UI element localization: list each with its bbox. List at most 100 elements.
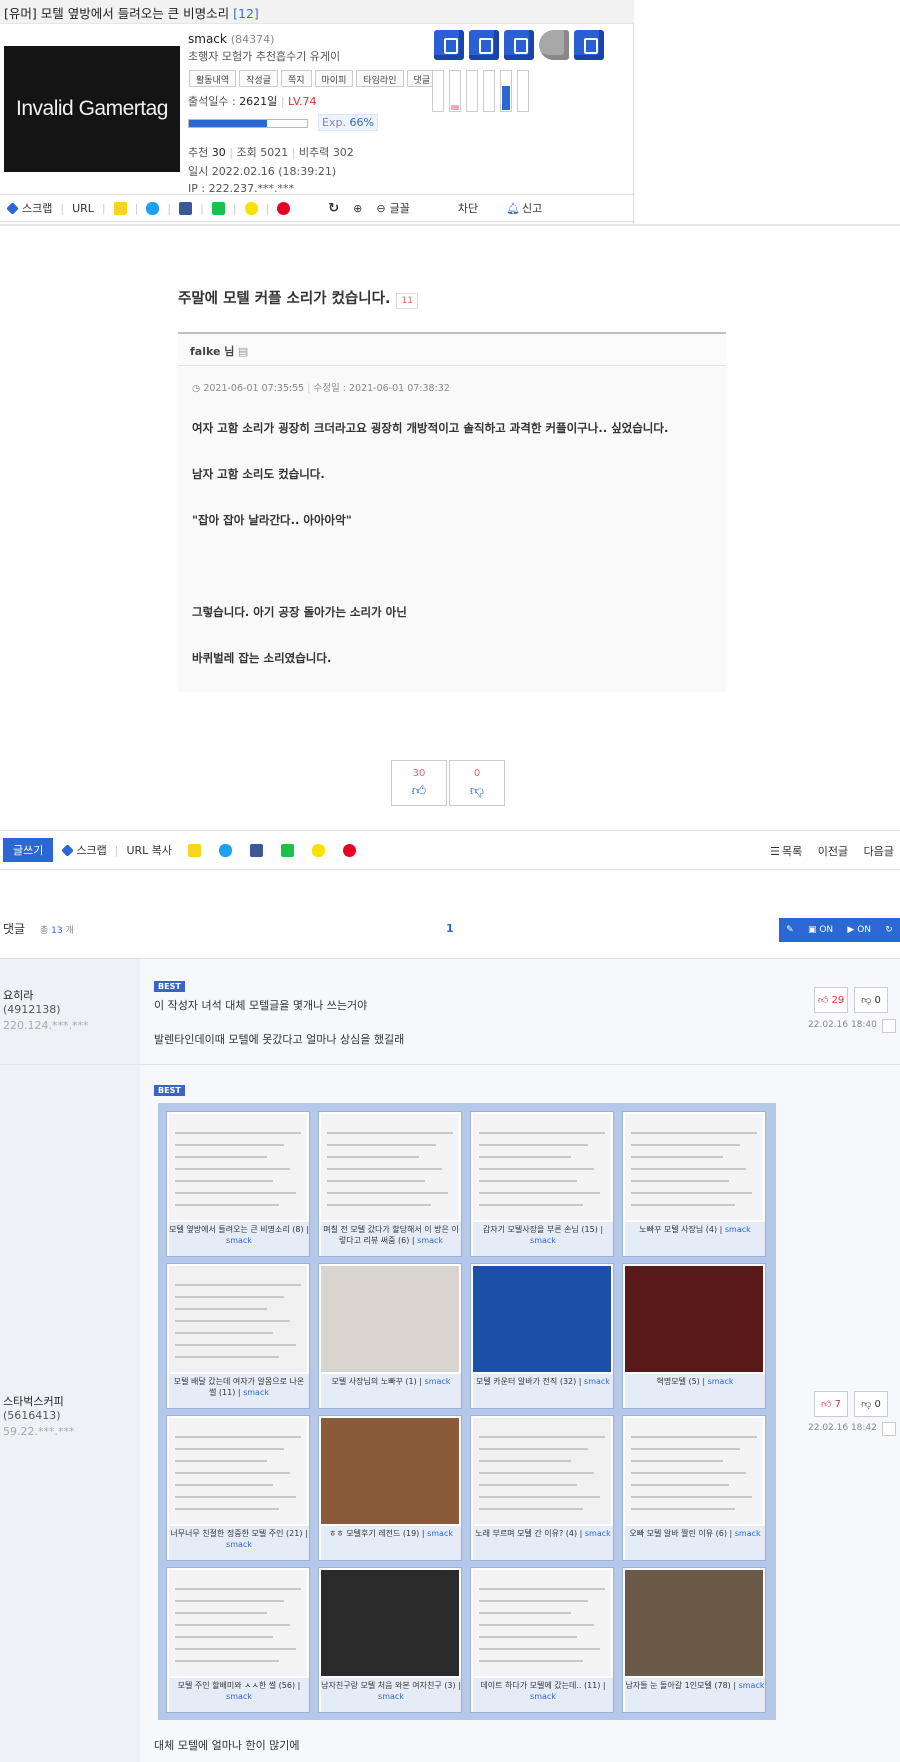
related-post-card[interactable]: 노빠꾸 모텔 사장님 (4) | smack <box>622 1111 766 1257</box>
author-tab[interactable]: 활동내역 <box>189 70 237 87</box>
url-link[interactable]: URL <box>72 202 94 215</box>
related-post-user[interactable]: smack <box>425 1377 451 1386</box>
article-paragraph: 그렇습니다. 아기 공장 돌아가는 소리가 아닌 <box>192 605 407 619</box>
refresh-icon[interactable]: ↻ <box>885 925 893 935</box>
image-toggle[interactable]: ▣ ON <box>808 925 833 935</box>
related-post-user[interactable]: smack <box>739 1681 765 1690</box>
font-button[interactable]: 글꼴 <box>390 200 410 216</box>
author-tab[interactable]: 타임라인 <box>356 70 404 87</box>
kakao-story-icon[interactable] <box>113 201 127 215</box>
related-post-card[interactable]: 모텔 사장님의 노빠꾸 (1) | smack <box>318 1263 462 1409</box>
report-icon[interactable] <box>882 1422 896 1436</box>
related-post-card[interactable]: 모텔 배달 갔는데 여자가 알몸으로 나온 썰 (11) | smack <box>166 1263 310 1409</box>
author-tab[interactable]: 쪽지 <box>280 70 312 87</box>
quoted-writer[interactable]: falke 님 <box>190 345 234 358</box>
facebook-icon[interactable] <box>250 843 264 857</box>
article-heading: 주말에 모텔 커플 소리가 컸습니다. 11 <box>178 287 418 309</box>
text-line-graphic <box>479 1496 600 1498</box>
comment-upvote[interactable]: 👍︎ 29 <box>814 987 848 1013</box>
related-post-user[interactable]: smack <box>735 1529 761 1538</box>
facebook-icon[interactable] <box>179 201 193 215</box>
related-post-user[interactable]: smack <box>584 1377 610 1386</box>
text-line-graphic <box>479 1648 600 1650</box>
activity-bar <box>449 70 461 112</box>
exp-value: 66% <box>349 116 374 129</box>
related-post-card[interactable]: 모텔 옆방에서 들려오는 큰 비명소리 (8) | smack <box>166 1111 310 1257</box>
twitter-icon[interactable] <box>219 843 233 857</box>
comment-downvote[interactable]: 👎︎ 0 <box>854 987 888 1013</box>
downvote-button[interactable]: 0 👎︎ <box>449 760 505 806</box>
related-post-user[interactable]: smack <box>417 1236 443 1245</box>
author-tab[interactable]: 작성글 <box>239 70 278 87</box>
scrap-icon[interactable] <box>61 843 75 857</box>
text-line-graphic <box>479 1472 594 1474</box>
related-post-card[interactable]: 모텔 주인 할배미와 ㅅㅅ한 썰 (56) | smack <box>166 1567 310 1713</box>
upvote-button[interactable]: 30 👍︎ <box>391 760 447 806</box>
comment-name[interactable]: 스타벅스커피 <box>3 1393 64 1409</box>
comment-downvote[interactable]: 👎︎ 0 <box>854 1391 888 1417</box>
related-post-user[interactable]: smack <box>708 1377 734 1386</box>
naver-icon[interactable] <box>211 201 225 215</box>
author-name[interactable]: smack <box>188 32 227 46</box>
related-post-user[interactable]: smack <box>226 1236 252 1245</box>
medal-icon[interactable] <box>469 30 499 60</box>
comment-date: 22.02.16 18:42 <box>808 1423 877 1433</box>
medal-icon[interactable] <box>539 30 569 60</box>
related-post-user[interactable]: smack <box>226 1540 252 1549</box>
related-post-card[interactable]: 갑자기 모텔사장을 부른 손님 (15) | smack <box>470 1111 614 1257</box>
video-toggle[interactable]: ▶ ON <box>847 925 871 935</box>
related-post-card[interactable]: 오빠 모텔 알바 짤린 이유 (6) | smack <box>622 1415 766 1561</box>
list-button[interactable]: 목록 <box>782 845 802 858</box>
related-post-card[interactable]: 너무너무 친절한 정중한 모텔 주인 (21) | smack <box>166 1415 310 1561</box>
scrap-link[interactable]: 스크랩 <box>76 842 106 858</box>
comment-upvote[interactable]: 👍︎ 7 <box>814 1391 848 1417</box>
related-post-user[interactable]: smack <box>725 1225 751 1234</box>
related-post-card[interactable]: 노래 부르며 모텔 간 이유? (4) | smack <box>470 1415 614 1561</box>
related-post-user[interactable]: smack <box>585 1529 611 1538</box>
attendance-line: 출석일수 : 2621일 | LV.74 <box>188 95 317 108</box>
related-post-user[interactable]: smack <box>427 1529 453 1538</box>
scrap-icon[interactable] <box>6 201 19 215</box>
medal-icon[interactable] <box>574 30 604 60</box>
block-button[interactable]: 차단 <box>458 200 478 216</box>
pencil-icon[interactable]: ✎ <box>786 925 794 935</box>
kakaotalk-icon[interactable] <box>312 843 326 857</box>
prev-post-button[interactable]: 이전글 <box>818 845 848 858</box>
related-post-card[interactable]: 남자들 눈 돌아갈 1인모텔 (78) | smack <box>622 1567 766 1713</box>
pinterest-icon[interactable] <box>277 201 291 215</box>
next-post-button[interactable]: 다음글 <box>864 845 894 858</box>
naver-icon[interactable] <box>281 843 295 857</box>
related-post-user[interactable]: smack <box>530 1236 556 1245</box>
medal-icon[interactable] <box>504 30 534 60</box>
medal-icon[interactable] <box>434 30 464 60</box>
url-copy-link[interactable]: URL 복사 <box>126 842 172 858</box>
text-line-graphic <box>175 1448 284 1450</box>
related-post-card[interactable]: 모텔 카운터 알바가 전직 (32) | smack <box>470 1263 614 1409</box>
related-post-user[interactable]: smack <box>530 1692 556 1701</box>
post-comment-count[interactable]: [12] <box>233 6 259 21</box>
comment-name[interactable]: 요히라 <box>3 987 33 1003</box>
related-post-caption: 모텔 사장님의 노빠꾸 (1) | smack <box>321 1374 461 1408</box>
refresh-icon[interactable]: ↻ <box>328 201 339 216</box>
related-post-card[interactable]: ㅎㅎ 모텔후기 레전드 (19) | smack <box>318 1415 462 1561</box>
pinterest-icon[interactable] <box>343 843 357 857</box>
related-post-user[interactable]: smack <box>243 1388 269 1397</box>
zoom-out-icon[interactable]: ⊖ <box>376 202 385 215</box>
report-button[interactable]: 신고 <box>522 200 542 216</box>
related-post-user[interactable]: smack <box>378 1692 404 1701</box>
twitter-icon[interactable] <box>146 201 160 215</box>
kakaotalk-icon[interactable] <box>244 201 258 215</box>
scrap-link[interactable]: 스크랩 <box>22 200 52 216</box>
related-post-user[interactable]: smack <box>226 1692 252 1701</box>
related-post-card[interactable]: 남자친구랑 모텔 처음 와본 여자친구 (3) | smack <box>318 1567 462 1713</box>
kakao-story-icon[interactable] <box>188 843 202 857</box>
zoom-in-icon[interactable]: ⊕ <box>353 202 362 215</box>
related-post-card[interactable]: 데이트 하다가 모텔에 갔는데.. (11) | smack <box>470 1567 614 1713</box>
related-post-caption: 모텔 주인 할배미와 ㅅㅅ한 썰 (56) | smack <box>169 1678 309 1712</box>
write-button[interactable]: 글쓰기 <box>3 838 54 862</box>
related-post-card[interactable]: 며칠 전 모텔 갔다가 할당해서 이 방은 이렇다고 리뷰 써줌 (6) | s… <box>318 1111 462 1257</box>
author-tab[interactable]: 마이피 <box>314 70 354 87</box>
comments-page[interactable]: 1 <box>446 922 454 935</box>
related-post-card[interactable]: 혁명모텔 (5) | smack <box>622 1263 766 1409</box>
report-icon[interactable] <box>882 1019 896 1033</box>
